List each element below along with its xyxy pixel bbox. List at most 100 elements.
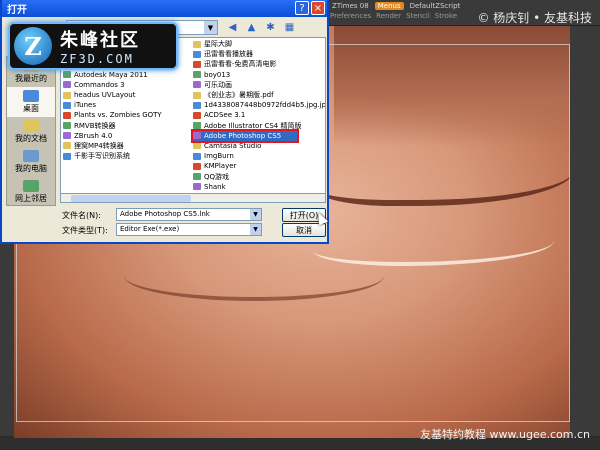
file-list-item[interactable]: Commandos 3 [63, 80, 193, 90]
file-name: boy013 [204, 70, 231, 79]
file-list-item[interactable]: Adobe Illustrator CS4 精简版 [193, 121, 323, 131]
back-icon[interactable]: ◀ [226, 21, 239, 34]
file-list-item[interactable]: iTunes [63, 100, 193, 110]
file-icon [63, 111, 71, 119]
file-name: 1d4338087448b0972fdd4b5.jpg.jpg [204, 101, 326, 110]
file-list-item[interactable]: 《创业志》暑期版.pdf [193, 90, 323, 100]
filename-row: 文件名(N): Adobe Photoshop CS5.lnk ▼ 打开(O) [62, 208, 326, 222]
file-column-2: 星际大脚 迅雷看看播放器 迅雷看看-免费高清电影 boy013 可乐动画《创业志》暑期版… [191, 39, 326, 192]
place-computer-label: 我的电脑 [15, 164, 47, 173]
scrollbar-thumb[interactable] [71, 195, 191, 202]
file-icon [63, 152, 71, 160]
file-icon [63, 71, 71, 79]
file-list-item[interactable]: KMPlayer [193, 161, 323, 171]
file-name: Adobe Photoshop CS5 [204, 131, 282, 140]
file-name: 可乐动画 [204, 80, 232, 89]
submenu-preferences[interactable]: Preferences [330, 12, 371, 20]
file-list-item[interactable]: boy013 [193, 70, 323, 80]
file-list-item[interactable]: Autodesk Maya 2011 [63, 70, 193, 80]
file-icon [63, 91, 71, 99]
site-logo: Z 朱峰社区 ZF3D.COM [8, 22, 178, 70]
filetype-value: Editor Exe(*.exe) [120, 225, 180, 233]
file-icon [193, 81, 201, 89]
file-name: 狸窝MP4转换器 [74, 141, 124, 150]
file-name: 星际大脚 [204, 40, 232, 49]
file-list-item[interactable]: ACDSee 3.1 [193, 110, 323, 120]
filename-input[interactable]: Adobe Photoshop CS5.lnk ▼ [116, 208, 262, 221]
logo-title-cn: 朱峰社区 [60, 30, 140, 51]
place-documents[interactable]: 我的文档 [7, 117, 55, 147]
file-list-item[interactable]: Plants vs. Zombies GOTY [63, 110, 193, 120]
file-icon [193, 101, 201, 109]
menu-ztimes[interactable]: ZTimes 08 [330, 2, 371, 10]
submenu-stroke[interactable]: Stroke [435, 12, 457, 20]
file-list-item[interactable]: headus UVLayout [63, 90, 193, 100]
file-name: 《创业志》暑期版.pdf [204, 91, 274, 100]
menu-menus[interactable]: Menus [374, 2, 404, 10]
folder-up-icon[interactable]: ▲ [245, 21, 258, 34]
file-list-item[interactable]: 迅雷看看-免费高清电影 [193, 59, 323, 69]
view-menu-icon[interactable]: ▦ [283, 21, 296, 34]
file-list-item[interactable]: 可乐动画 [193, 80, 323, 90]
file-list-item[interactable]: QQ游戏 [193, 171, 323, 181]
place-recent-label: 我最近的 [15, 74, 47, 83]
filetype-select[interactable]: Editor Exe(*.exe) ▼ [116, 223, 262, 236]
chevron-down-icon[interactable]: ▼ [250, 224, 261, 235]
dialog-titlebar[interactable]: 打开 [2, 0, 327, 17]
menu-defaultzscript[interactable]: DefaultZScript [408, 2, 463, 10]
file-name: headus UVLayout [74, 91, 136, 100]
filename-label: 文件名(N): [62, 211, 101, 220]
place-desktop-label: 桌面 [23, 104, 39, 113]
file-list-item[interactable]: Camtasia Studio [193, 141, 323, 151]
close-button[interactable]: × [311, 1, 325, 15]
file-list-item[interactable]: 迅雷看看播放器 [193, 49, 323, 59]
file-name: 千影手写识别系统 [74, 152, 130, 161]
file-list-item[interactable]: 1d4338087448b0972fdd4b5.jpg.jpg [193, 100, 326, 110]
file-name: Shank [204, 182, 226, 191]
file-icon [193, 60, 201, 68]
file-name: Plants vs. Zombies GOTY [74, 111, 162, 120]
file-icon [193, 132, 201, 140]
file-list-item[interactable]: 星际大脚 [193, 39, 323, 49]
file-name: iTunes [74, 101, 96, 110]
zbrush-submenu-bar: Preferences Render Stencil Stroke [330, 12, 457, 20]
file-name: RMVB转换器 [74, 121, 116, 130]
network-icon [23, 180, 39, 192]
desktop-icon [23, 90, 39, 102]
file-list-item[interactable]: Shank [193, 182, 323, 192]
file-list-item[interactable]: ImgBurn [193, 151, 323, 161]
file-icon [63, 101, 71, 109]
chevron-down-icon[interactable]: ▼ [250, 209, 261, 220]
titlebar-buttons: ? × [295, 1, 325, 15]
file-name: Commandos 3 [74, 80, 125, 89]
file-name: Adobe Illustrator CS4 精简版 [204, 121, 302, 130]
new-folder-icon[interactable]: ✱ [264, 21, 277, 34]
file-list-item[interactable]: ZBrush 4.0 [63, 131, 193, 141]
file-list-item[interactable]: Adobe Photoshop CS5 [191, 128, 299, 143]
watermark-top: © 杨庆钊 • 友基科技 [477, 11, 592, 25]
place-network[interactable]: 网上邻居 [7, 177, 55, 207]
logo-text: 朱峰社区 ZF3D.COM [60, 26, 140, 66]
file-list-item[interactable]: RMVB转换器 [63, 121, 193, 131]
file-name: 迅雷看看-免费高清电影 [204, 60, 277, 69]
places-bar: 我最近的 桌面 我的文档 我的电脑 网上邻居 [6, 56, 56, 206]
file-list-item[interactable]: 狸窝MP4转换器 [63, 141, 193, 151]
submenu-stencil[interactable]: Stencil [406, 12, 430, 20]
file-icon [193, 91, 201, 99]
filetype-row: 文件类型(T): Editor Exe(*.exe) ▼ 取消 [62, 223, 326, 237]
logo-title-en: ZF3D.COM [60, 52, 134, 66]
help-button[interactable]: ? [295, 1, 309, 15]
place-desktop[interactable]: 桌面 [7, 87, 55, 117]
file-icon [63, 132, 71, 140]
file-icon [193, 173, 201, 181]
file-name: Autodesk Maya 2011 [74, 70, 148, 79]
file-list-item[interactable]: 千影手写识别系统 [63, 151, 193, 161]
place-computer[interactable]: 我的电脑 [7, 147, 55, 177]
submenu-render[interactable]: Render [376, 12, 401, 20]
horizontal-scrollbar[interactable] [60, 193, 326, 203]
computer-icon [23, 150, 39, 162]
chevron-down-icon[interactable]: ▼ [204, 21, 217, 34]
file-name: ZBrush 4.0 [74, 131, 113, 140]
documents-icon [23, 120, 39, 132]
file-name: 迅雷看看播放器 [204, 50, 253, 59]
